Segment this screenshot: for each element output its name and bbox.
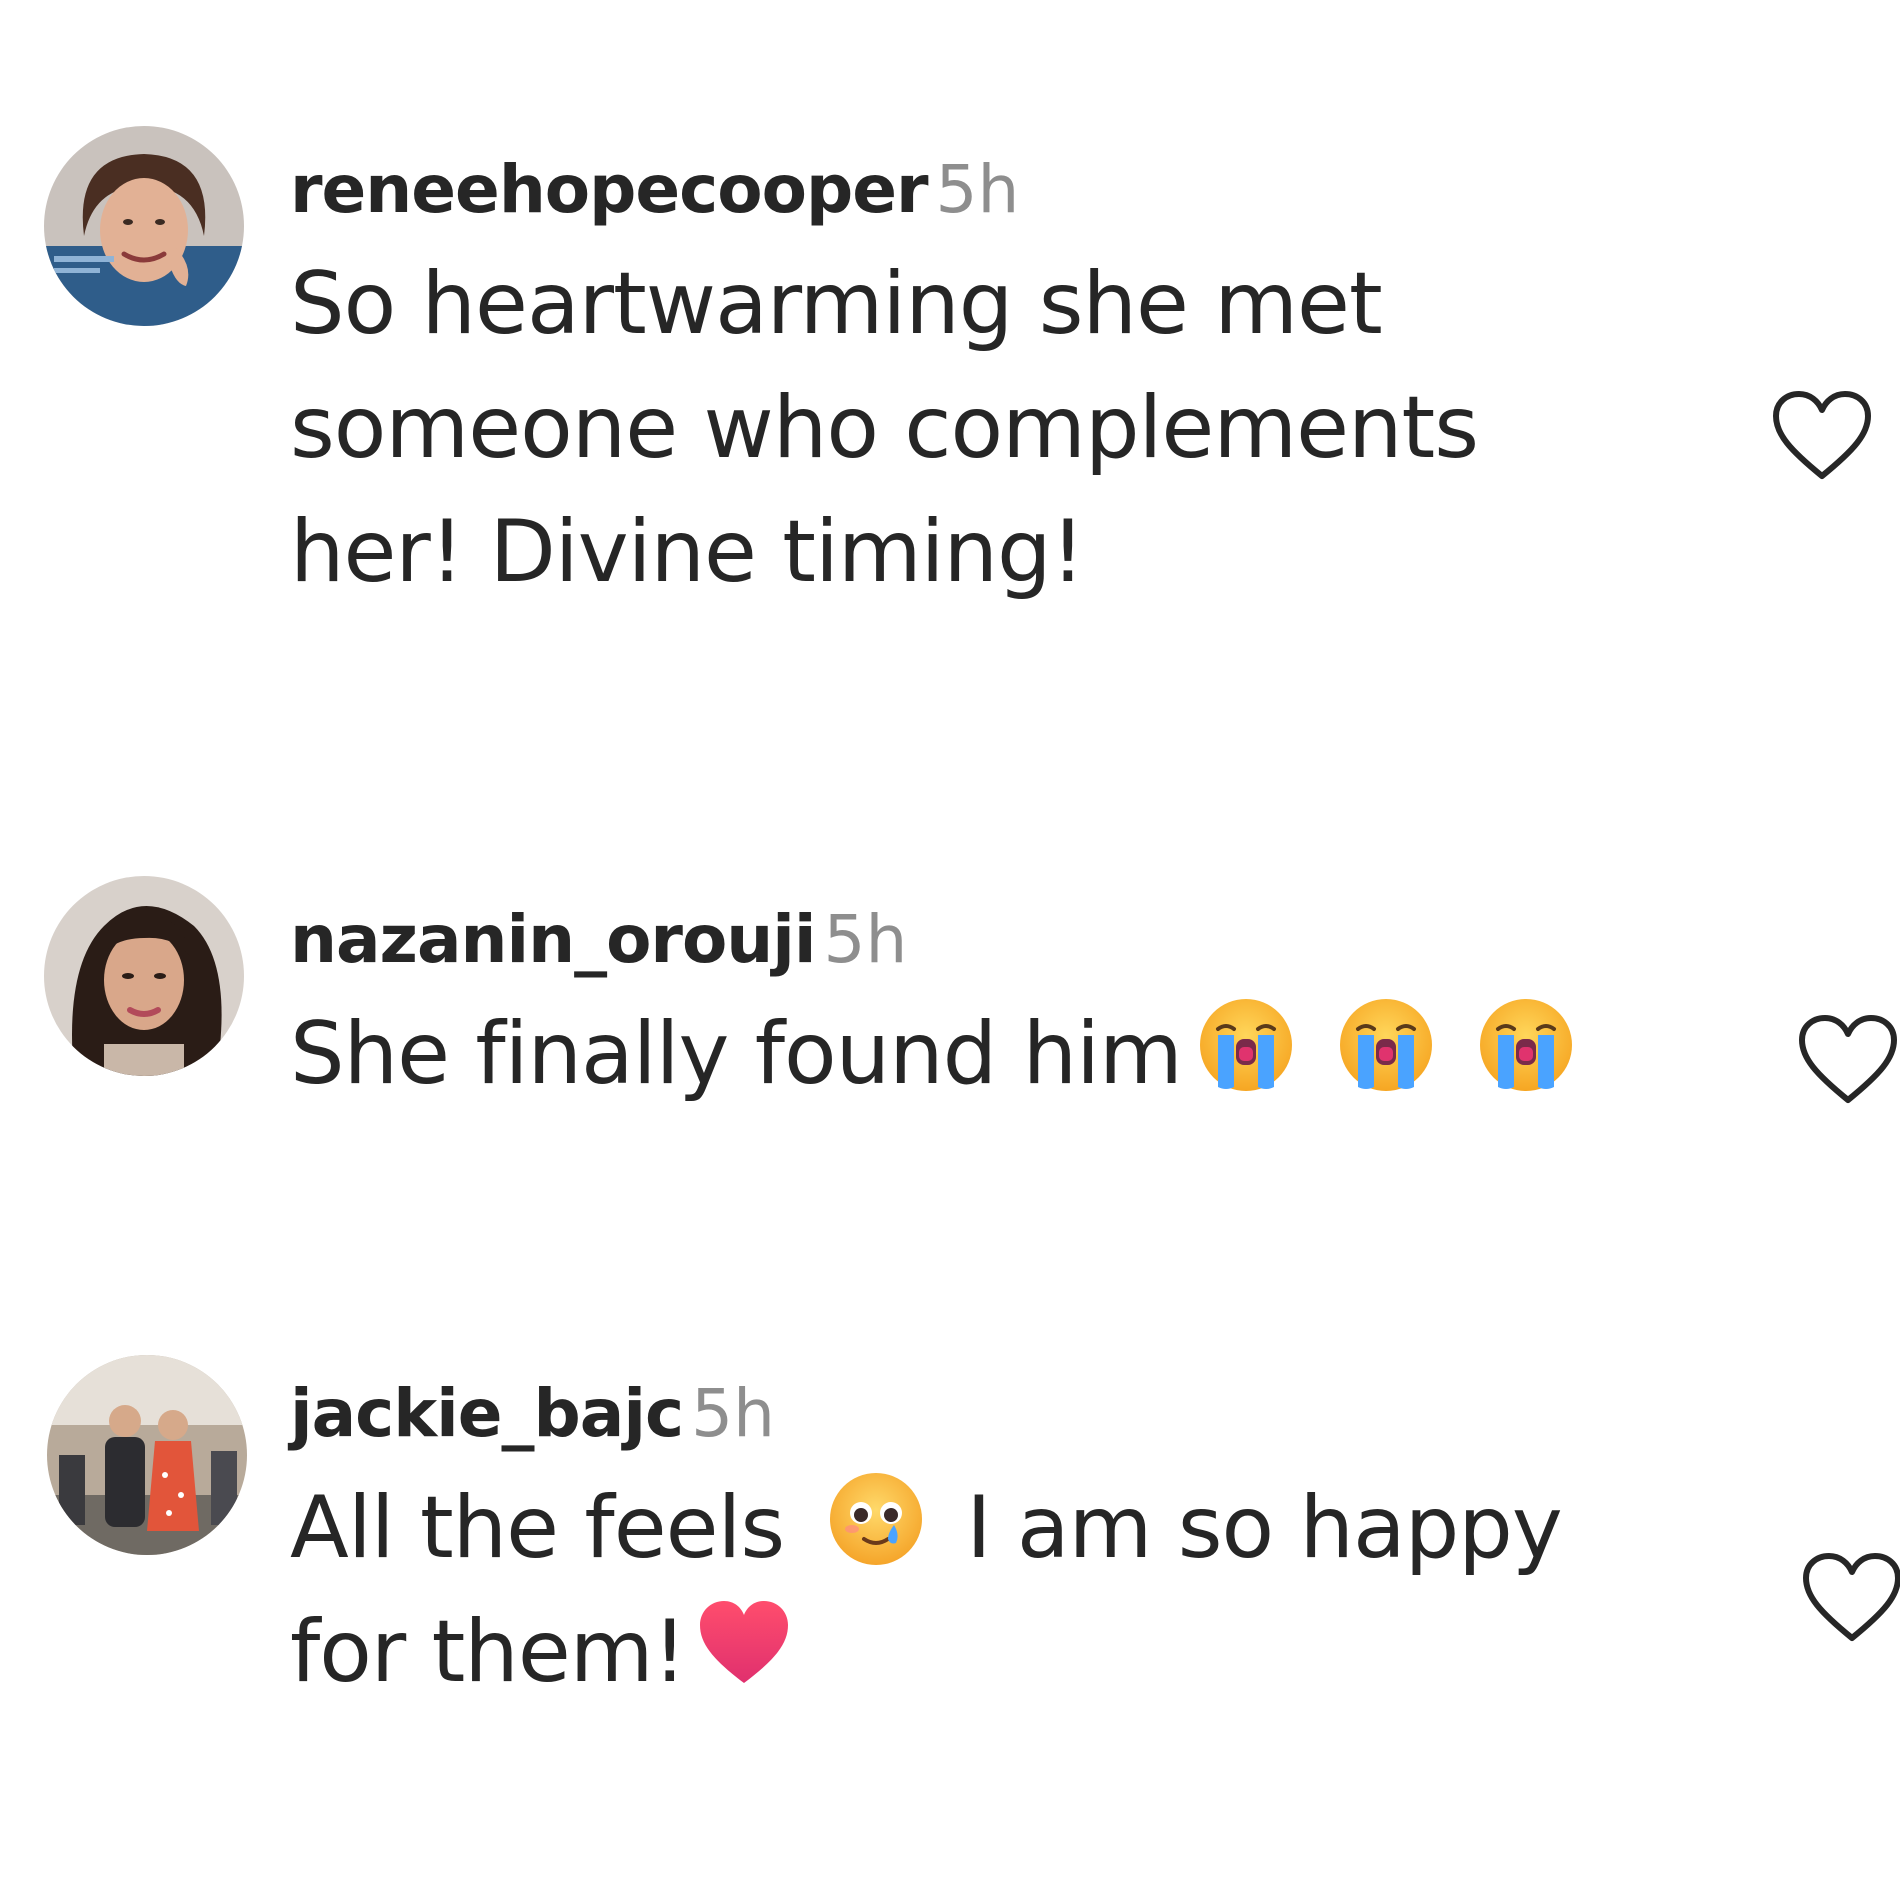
comment-text: So heartwarming she met someone who comp… (290, 242, 1570, 614)
comment-text-segment: I am so happy (966, 1478, 1563, 1578)
face-holding-back-tears-icon (826, 1469, 926, 1569)
username-link[interactable]: reneehopecooper (290, 151, 929, 228)
heart-outline-icon (1770, 388, 1874, 484)
username-link[interactable]: nazanin_orouji (290, 901, 817, 978)
comment-text-segment: She finally found him (290, 1004, 1183, 1104)
comment-text: She finally found him (290, 992, 1570, 1116)
comment-text-segment: for them! (290, 1602, 687, 1702)
comment-body: nazanin_orouji 5h She finally found him (290, 896, 1570, 1116)
comment-text-line: So heartwarming she met (290, 254, 1383, 354)
avatar[interactable] (47, 1355, 247, 1555)
comment-text: All the feels I am so happy for them! (290, 1466, 1570, 1714)
comment-text-line: All the feels I am so happy (290, 1466, 1570, 1590)
comment-meta: jackie_bajc 5h (290, 1370, 1570, 1458)
comment-meta: nazanin_orouji 5h (290, 896, 1570, 984)
avatar[interactable] (44, 126, 244, 326)
comment-body: reneehopecooper 5h So heartwarming she me… (290, 146, 1570, 614)
avatar-woman-smiling-icon (44, 126, 244, 326)
comment-text-segment: All the feels (290, 1478, 785, 1578)
comment-text-line: her! Divine timing! (290, 502, 1085, 602)
red-heart-icon (694, 1593, 794, 1693)
timestamp[interactable]: 5h (824, 901, 908, 978)
avatar-couple-photo-icon (47, 1355, 247, 1555)
heart-outline-icon (1796, 1012, 1900, 1108)
avatar-woman-curly-hair-icon (44, 876, 244, 1076)
like-button[interactable] (1770, 388, 1874, 484)
avatar[interactable] (44, 876, 244, 1076)
like-button[interactable] (1800, 1550, 1900, 1646)
comment-meta: reneehopecooper 5h (290, 146, 1570, 234)
like-button[interactable] (1796, 1012, 1900, 1108)
comment-body: jackie_bajc 5h All the feels I am so happy… (290, 1370, 1570, 1714)
timestamp[interactable]: 5h (691, 1375, 775, 1452)
timestamp[interactable]: 5h (936, 151, 1020, 228)
loudly-crying-face-icon (1336, 995, 1436, 1095)
username-link[interactable]: jackie_bajc (290, 1375, 684, 1452)
comment-text-line: She finally found him (290, 992, 1570, 1116)
loudly-crying-face-icon (1196, 995, 1296, 1095)
loudly-crying-face-icon (1476, 995, 1576, 1095)
heart-outline-icon (1800, 1550, 1900, 1646)
comment-text-line: for them! (290, 1590, 1570, 1714)
comment-text-line: someone who complements (290, 378, 1479, 478)
